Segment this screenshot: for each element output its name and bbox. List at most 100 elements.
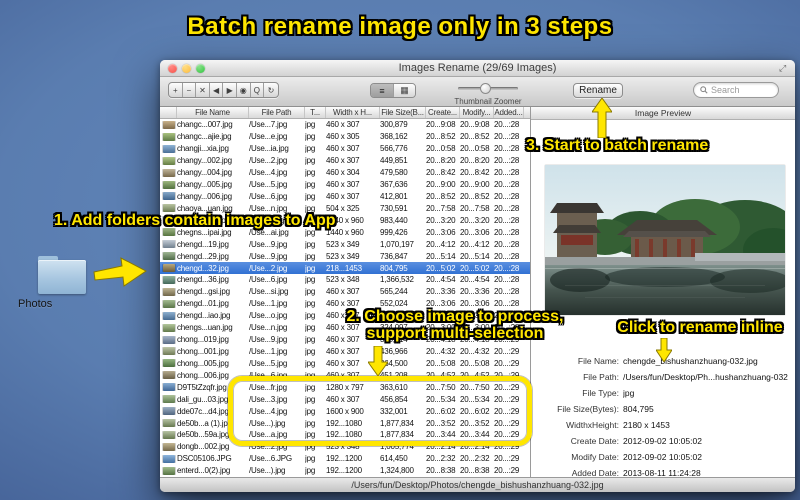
detail-value[interactable]: 2013-08-11 11:24:28: [623, 468, 788, 477]
column-header[interactable]: File Size(B...: [380, 107, 426, 118]
photos-folder-icon[interactable]: [38, 256, 86, 294]
table-row[interactable]: chong...005.jpg/Use...5.jpg jpg 460 x 307 3…: [160, 357, 530, 370]
cell-modify: 20...5:08: [460, 358, 490, 368]
cell-name: changji...xia.jpg: [177, 144, 229, 154]
grid-view-button[interactable]: ▦: [393, 84, 415, 97]
cell-added: 20...:28: [494, 203, 520, 213]
cell-added: 20...:28: [494, 227, 520, 237]
table-header[interactable]: File Name File Path T... Width x H... File S…: [160, 107, 530, 119]
list-view-button[interactable]: ≡: [371, 84, 393, 97]
cell-name: changy...005.jpg: [177, 180, 232, 190]
fullscreen-icon[interactable]: ⤢: [779, 63, 789, 73]
cell-type: jpg: [305, 120, 316, 130]
row-thumbnail: [160, 371, 177, 380]
detail-value[interactable]: jpg: [623, 388, 788, 398]
table-row[interactable]: changc...007.jpg/Use...7.jpg jpg 460 x 307…: [160, 119, 530, 131]
cell-type: jpg: [305, 263, 316, 273]
preview-pane: Image Preview File Name: chengde_bishush…: [530, 107, 795, 477]
cell-name: chengd...gsi.jpg: [177, 287, 230, 297]
row-thumbnail: [160, 192, 177, 201]
cell-name: DSC05106.JPG: [177, 454, 232, 464]
cell-create: 20...9:08: [426, 120, 456, 130]
rename-button[interactable]: Rename: [573, 83, 623, 98]
table-row[interactable]: enterd...0(2).jpg/Use...).jpg jpg 192...12…: [160, 464, 530, 477]
cell-added: 20...:28: [494, 144, 520, 154]
table-row[interactable]: changy...005.jpg/Use...5.jpg jpg 460 x 307…: [160, 178, 530, 191]
column-header-thumb[interactable]: [160, 107, 177, 118]
add-button[interactable]: +: [169, 83, 183, 97]
magnify-button[interactable]: Q: [251, 83, 265, 97]
row-thumbnail: [160, 180, 177, 189]
cell-modify: 20...8:52: [460, 191, 490, 201]
column-header[interactable]: Create...: [426, 107, 460, 118]
detail-value[interactable]: 804,795: [623, 404, 788, 414]
slider-knob[interactable]: [480, 83, 491, 94]
cell-path: /Use...1.jpg: [249, 299, 288, 309]
table-row[interactable]: chengd...29.jpg/Use...9.jpg jpg 523 x 349 7…: [160, 250, 530, 263]
cell-size: 565,244: [380, 287, 408, 297]
cell-modify: 20...5:02: [460, 263, 490, 273]
cell-path: /Use...o.jpg: [249, 311, 288, 321]
inline-arrow-icon: [656, 338, 672, 362]
row-thumbnail: [160, 407, 177, 416]
cell-size: 1,324,800: [380, 466, 414, 476]
detail-value[interactable]: chengde_bishushanzhuang-032.jpg: [623, 356, 788, 366]
table-row[interactable]: changc...ajie.jpg/Use...e.jpg jpg 460 x 30…: [160, 130, 530, 143]
table-row[interactable]: changy...002.jpg/Use...2.jpg jpg 460 x 307…: [160, 154, 530, 167]
row-thumbnail: [160, 275, 177, 284]
search-field[interactable]: [693, 82, 779, 98]
cell-size: 804,795: [380, 263, 408, 273]
cell-dims: 460 x 307: [326, 180, 360, 190]
column-header[interactable]: Width x H...: [326, 107, 380, 118]
delete-button[interactable]: ✕: [196, 83, 210, 97]
cell-path: /Use...5.jpg: [249, 358, 288, 368]
next-button[interactable]: ▶: [223, 83, 237, 97]
detail-label: Create Date:: [570, 436, 619, 446]
table-row[interactable]: changy...004.jpg/Use...4.jpg jpg 460 x 304…: [160, 166, 530, 179]
column-header[interactable]: Modify...: [460, 107, 494, 118]
prev-button[interactable]: ◀: [210, 83, 224, 97]
detail-value[interactable]: 2180 x 1453: [623, 420, 788, 430]
cell-added: 20...:28: [494, 156, 520, 166]
table-row[interactable]: chengd...36.jpg/Use...6.jpg jpg 523 x 348 1…: [160, 273, 530, 286]
cell-name: changy...006.jpg: [177, 191, 232, 201]
table-row[interactable]: chengd...gsi.jpg/Use...si.jpg jpg 460 x 30…: [160, 285, 530, 298]
cell-dims: 523 x 349: [326, 251, 360, 261]
table-row[interactable]: changy...006.jpg/Use...6.jpg jpg 460 x 307…: [160, 190, 530, 203]
remove-button[interactable]: −: [183, 83, 197, 97]
column-header[interactable]: File Name: [177, 107, 249, 118]
cell-type: jpg: [305, 132, 316, 142]
cell-modify: 20...3:06: [460, 227, 490, 237]
detail-label: WidthxHeight:: [566, 420, 619, 430]
cell-create: 20...2:32: [426, 454, 456, 464]
row-thumbnail: [160, 120, 177, 129]
cell-dims: 192...1200: [326, 466, 362, 476]
cell-type: jpg: [305, 287, 316, 297]
detail-value[interactable]: 2012-09-02 10:05:02: [623, 452, 788, 462]
table-row[interactable]: chengd...32.jpg/Use...2.jpg jpg 218...1453…: [160, 262, 530, 274]
detail-label: File Name:: [577, 356, 619, 366]
column-header[interactable]: File Path: [249, 107, 305, 118]
detail-value[interactable]: /Users/fun/Desktop/Ph...hushanzhuang-032…: [623, 372, 788, 382]
detail-value[interactable]: 2012-09-02 10:05:02: [623, 436, 788, 446]
cell-dims: 460 x 307: [326, 144, 360, 154]
cell-path: /Use...e.jpg: [249, 132, 288, 142]
column-header[interactable]: Added...: [494, 107, 524, 118]
cell-modify: 20...4:54: [460, 275, 490, 285]
search-input[interactable]: [711, 85, 771, 95]
table-row[interactable]: DSC05106.JPG/Use...6.JPG jpg 192...1200 614…: [160, 452, 530, 465]
table-row[interactable]: chengd...19.jpg/Use...9.jpg jpg 523 x 349 1…: [160, 238, 530, 251]
cell-added: 20...:28: [494, 239, 520, 249]
target-button[interactable]: ◉: [237, 83, 251, 97]
thumbnail-zoomer-slider[interactable]: [458, 83, 518, 94]
table-row[interactable]: chong...001.jpg/Use...1.jpg jpg 460 x 307 4…: [160, 345, 530, 358]
refresh-button[interactable]: ↻: [264, 83, 278, 97]
status-bar: /Users/fun/Desktop/Photos/chengde_bishus…: [160, 477, 795, 492]
column-header[interactable]: T...: [305, 107, 326, 118]
title-bar[interactable]: Images Rename (29/69 Images) ⤢: [160, 60, 795, 77]
cell-path: /Use...2.jpg: [249, 263, 288, 273]
detail-row: Create Date: 2012-09-02 10:05:02: [531, 433, 795, 449]
table-row[interactable]: changji...xia.jpg/Use...ia.jpg jpg 460 x 3…: [160, 142, 530, 155]
row-thumbnail: [160, 419, 177, 427]
cell-size: 300,879: [380, 120, 408, 130]
